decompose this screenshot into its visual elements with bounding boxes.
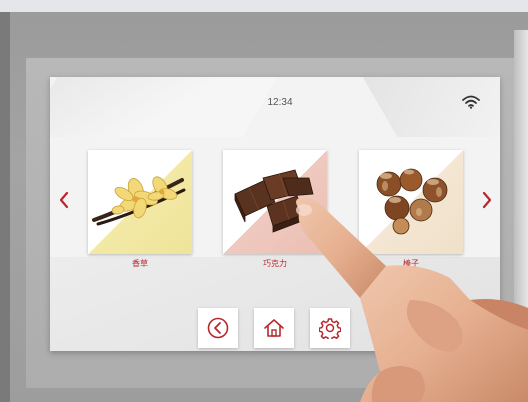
chevron-left-icon[interactable] [57, 190, 71, 210]
flavor-label-vanilla: 香草 [132, 259, 148, 268]
flavor-card-chocolate[interactable] [223, 150, 327, 254]
flavor-label-chocolate: 巧克力 [263, 259, 287, 268]
status-clock: 12:34 [267, 97, 293, 108]
gear-icon [319, 318, 341, 339]
flavor-card-vanilla[interactable] [88, 150, 192, 254]
chocolate-pieces-icon [234, 169, 314, 233]
home-icon [264, 319, 284, 337]
chevron-right-icon[interactable] [480, 190, 494, 210]
back-button[interactable] [198, 308, 238, 348]
hazelnut-icon [376, 168, 448, 235]
vanilla-flower-icon [92, 176, 186, 226]
flavor-label-hazelnut: 榛子 [403, 259, 419, 268]
wifi-icon [462, 95, 480, 109]
settings-button[interactable] [310, 308, 350, 348]
flavor-card-hazelnut[interactable] [359, 150, 463, 254]
background-shape [50, 77, 278, 137]
back-circle-icon [207, 317, 229, 339]
device-edge-left [0, 12, 10, 402]
device-edge-right [514, 30, 528, 402]
touch-screen: 12:34 香草 巧克力 榛子 [50, 77, 500, 351]
home-button[interactable] [254, 308, 294, 348]
photo-background-top [0, 0, 528, 12]
